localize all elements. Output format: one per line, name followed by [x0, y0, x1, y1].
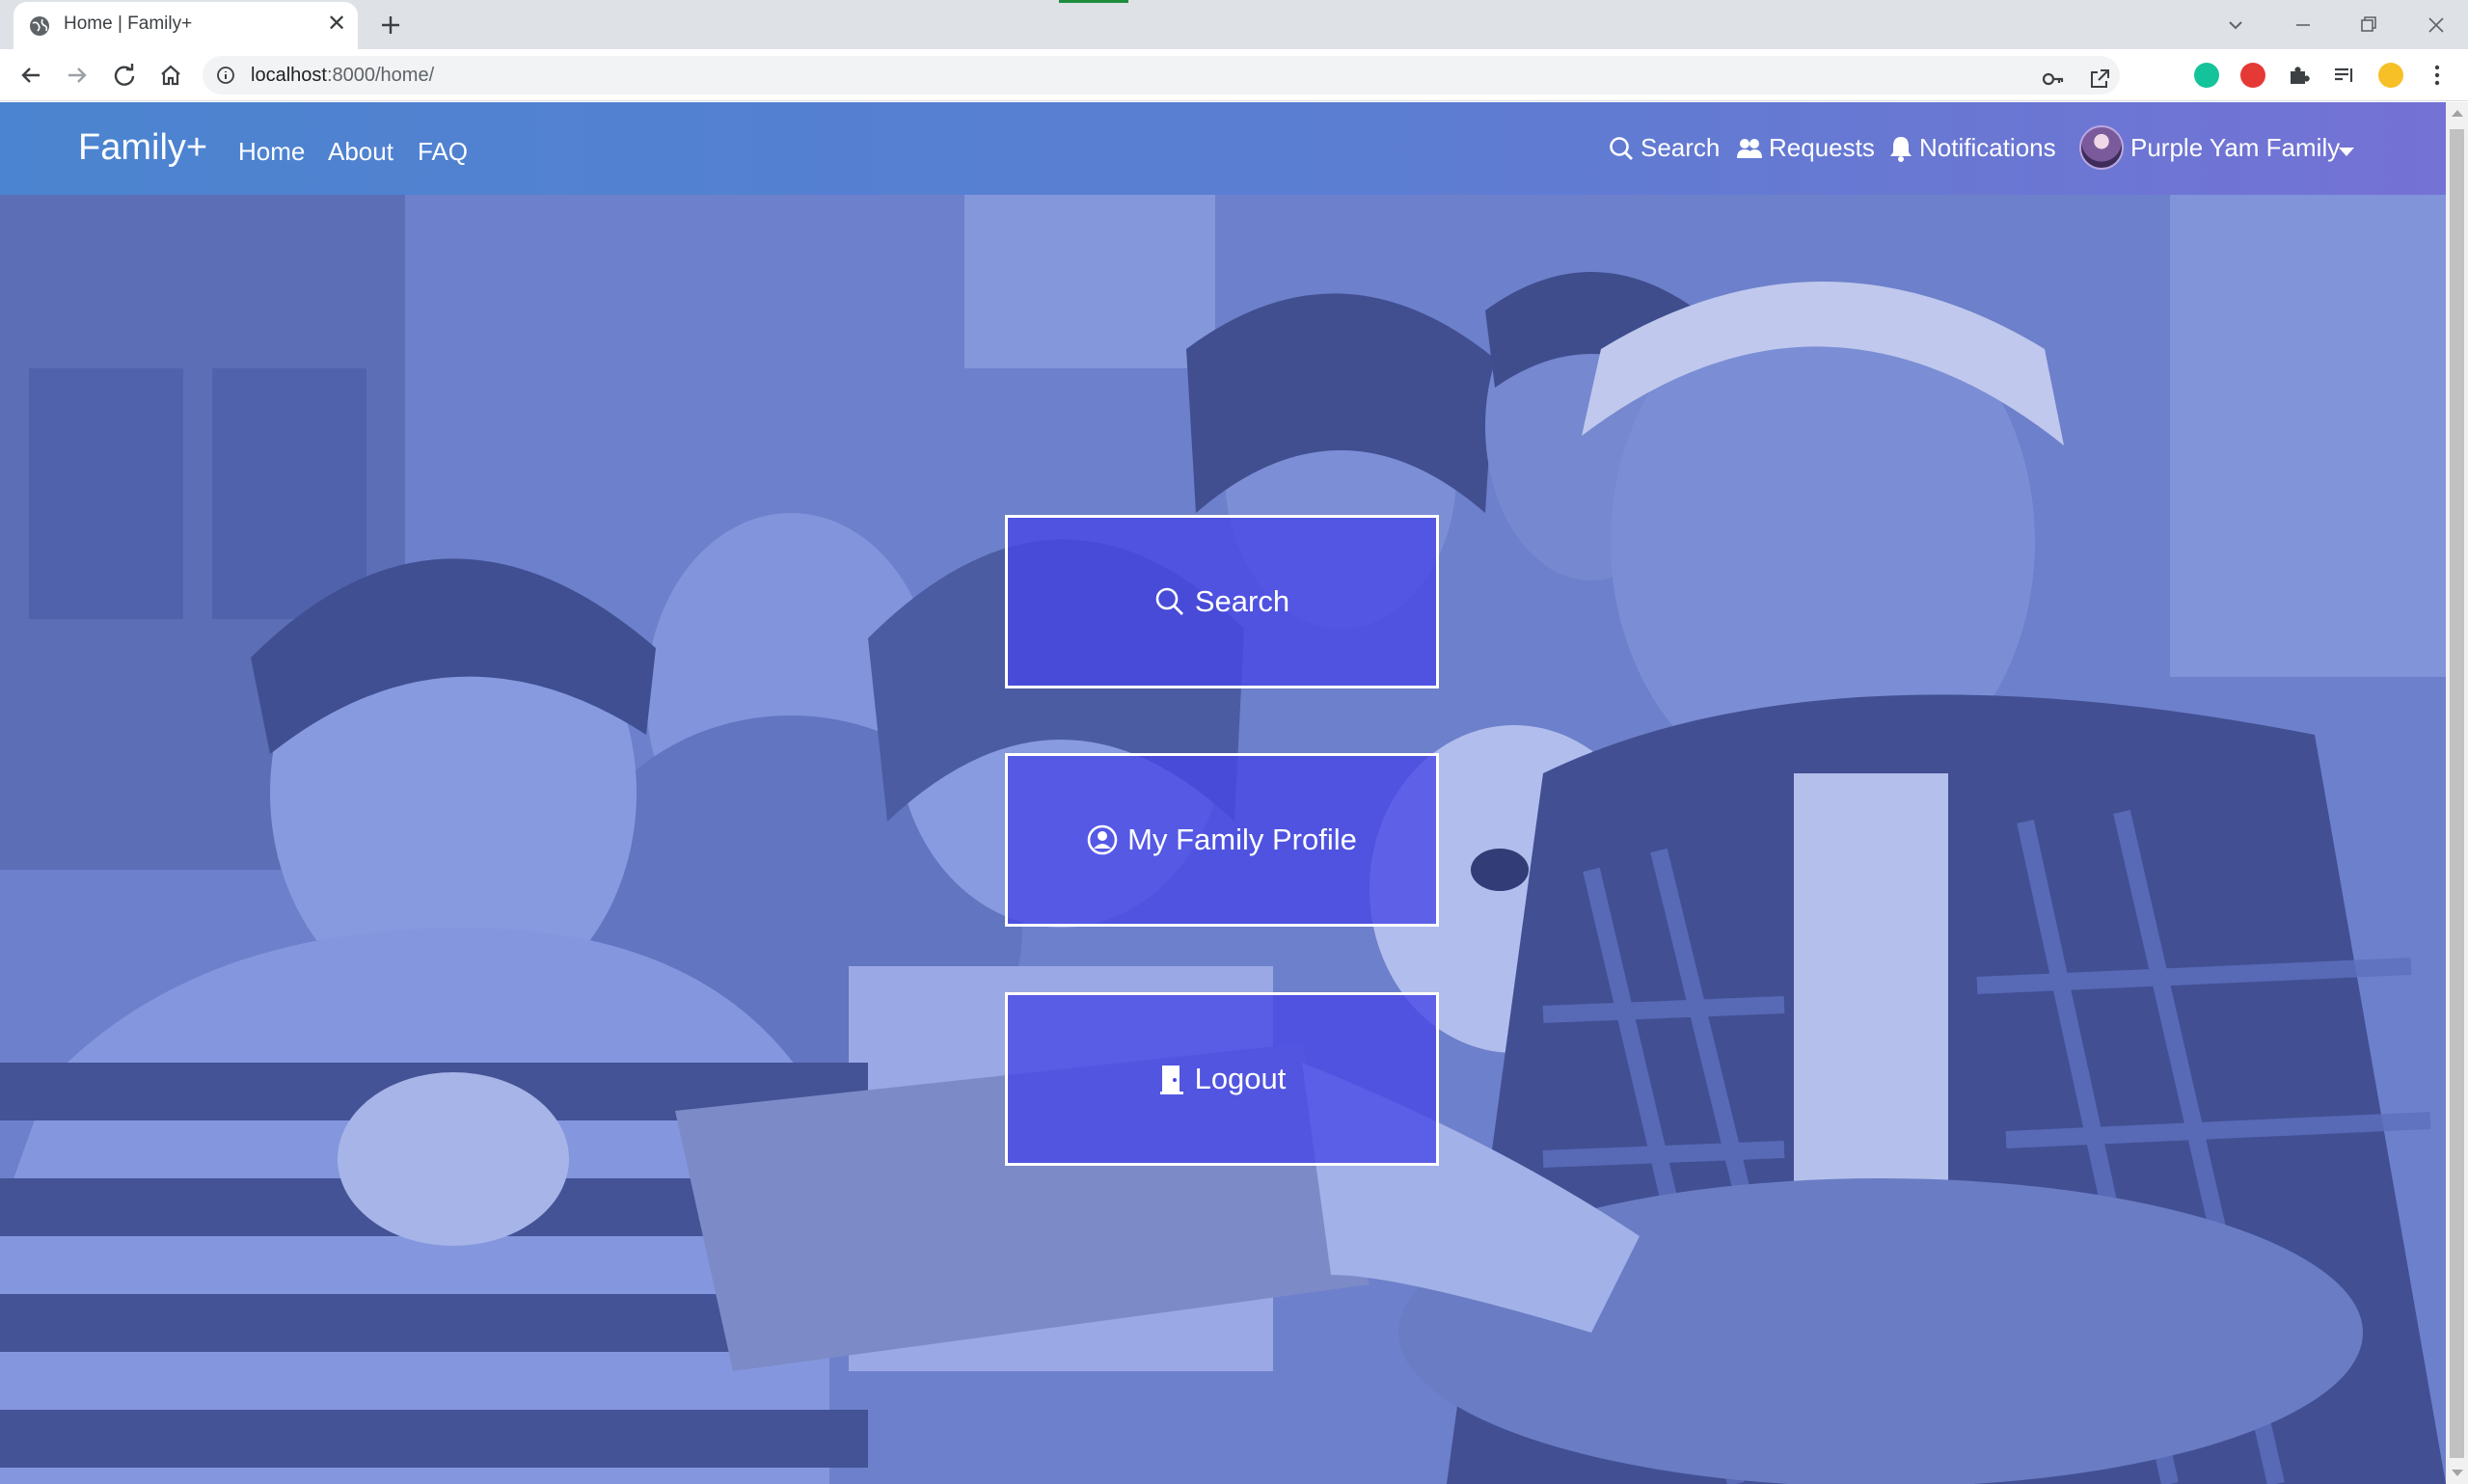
logout-button[interactable]: Logout — [1005, 992, 1439, 1166]
url-path: :8000/home/ — [326, 65, 435, 86]
tab-search-chevron-icon[interactable] — [2218, 8, 2253, 42]
search-action-button[interactable]: Search — [1005, 515, 1439, 688]
url-host: localhost — [251, 65, 327, 86]
minimize-icon[interactable] — [2286, 8, 2320, 42]
tab-group-indicator — [1059, 0, 1128, 3]
adblock-extension-icon[interactable] — [2240, 63, 2265, 88]
nav-search-label: Search — [1641, 133, 1721, 162]
users-icon — [1737, 138, 1762, 158]
globe-icon — [30, 16, 49, 36]
forward-arrow-icon[interactable] — [63, 61, 92, 90]
nav-notifications-label: Notifications — [1919, 133, 2056, 162]
scrollbar-thumb[interactable] — [2450, 129, 2464, 1458]
search-icon — [1155, 587, 1183, 615]
share-icon[interactable] — [2087, 67, 2112, 92]
bell-icon — [1890, 136, 1912, 162]
tab-close-icon[interactable]: ✕ — [324, 12, 349, 37]
tab-title: Home | Family+ — [64, 13, 193, 34]
extensions-puzzle-icon[interactable] — [2286, 63, 2311, 88]
nav-requests-label: Requests — [1769, 133, 1875, 162]
nav-search[interactable]: Search — [1608, 133, 1720, 163]
search-action-label: Search — [1194, 584, 1290, 618]
address-bar[interactable]: localhost:8000/home/ — [203, 56, 2120, 94]
page-scrollbar[interactable] — [2446, 102, 2468, 1484]
scroll-up-arrow-icon[interactable] — [2452, 110, 2463, 117]
home-icon[interactable] — [156, 61, 185, 90]
door-icon — [1159, 1066, 1183, 1094]
user-menu-caret-icon[interactable] — [2339, 148, 2354, 156]
user-circle-icon — [1087, 824, 1118, 855]
profile-avatar-icon[interactable] — [2378, 63, 2403, 88]
restore-icon[interactable] — [2351, 8, 2386, 42]
user-avatar[interactable] — [2079, 125, 2124, 170]
my-family-profile-button[interactable]: My Family Profile — [1005, 753, 1439, 927]
grammarly-extension-icon[interactable] — [2194, 63, 2219, 88]
nav-link-about[interactable]: About — [328, 137, 393, 167]
site-navbar: Family+ Home About FAQ Search Requests N… — [0, 102, 2446, 195]
nav-link-faq[interactable]: FAQ — [418, 137, 468, 167]
browser-tab-strip: Home | Family+ ✕ — [0, 0, 2468, 49]
new-tab-plus-icon[interactable] — [376, 11, 405, 40]
site-info-icon[interactable] — [216, 66, 235, 85]
back-arrow-icon[interactable] — [16, 61, 45, 90]
page-viewport: Family+ Home About FAQ Search Requests N… — [0, 102, 2446, 1484]
reload-icon[interactable] — [110, 61, 139, 90]
user-menu-label[interactable]: Purple Yam Family — [2130, 133, 2340, 163]
url-text: localhost:8000/home/ — [251, 65, 434, 87]
nav-requests[interactable]: Requests — [1736, 133, 1875, 163]
reading-list-icon[interactable] — [2332, 63, 2357, 88]
scroll-down-arrow-icon[interactable] — [2452, 1470, 2463, 1476]
my-family-profile-label: My Family Profile — [1127, 823, 1357, 856]
browser-menu-icon[interactable] — [2425, 63, 2450, 88]
search-icon — [1610, 136, 1633, 160]
key-icon[interactable] — [2041, 67, 2066, 92]
nav-link-home[interactable]: Home — [238, 137, 305, 167]
logout-label: Logout — [1194, 1062, 1287, 1095]
close-window-icon[interactable] — [2419, 8, 2454, 42]
nav-notifications[interactable]: Notifications — [1888, 133, 2056, 163]
browser-toolbar: localhost:8000/home/ — [0, 49, 2468, 133]
brand-logo[interactable]: Family+ — [78, 127, 207, 169]
browser-tab-active[interactable]: Home | Family+ ✕ — [14, 2, 358, 49]
